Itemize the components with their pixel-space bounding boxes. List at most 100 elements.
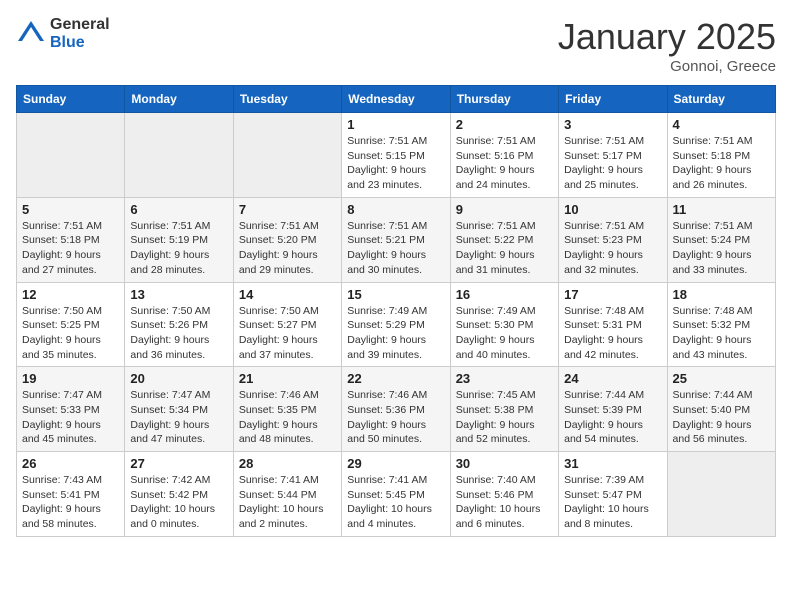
column-header-tuesday: Tuesday (233, 86, 341, 113)
day-number: 30 (456, 456, 553, 471)
calendar-cell: 1 Sunrise: 7:51 AMSunset: 5:15 PMDaylight… (342, 113, 450, 198)
day-info: Sunrise: 7:51 AMSunset: 5:16 PMDaylight:… (456, 134, 553, 193)
day-info: Sunrise: 7:44 AMSunset: 5:39 PMDaylight:… (564, 388, 661, 447)
page-header: General Blue January 2025 Gonnoi, Greece (16, 16, 776, 75)
calendar-cell: 12Sunrise: 7:50 AMSunset: 5:25 PMDayligh… (17, 282, 125, 367)
calendar-cell: 9 Sunrise: 7:51 AMSunset: 5:22 PMDaylight… (450, 197, 558, 282)
day-info: Sunrise: 7:48 AMSunset: 5:31 PMDaylight:… (564, 304, 661, 363)
day-number: 31 (564, 456, 661, 471)
day-number: 8 (347, 202, 444, 217)
day-number: 29 (347, 456, 444, 471)
day-info: Sunrise: 7:47 AMSunset: 5:33 PMDaylight:… (22, 388, 119, 447)
month-title: January 2025 (558, 16, 776, 58)
day-number: 27 (130, 456, 227, 471)
calendar-cell: 22Sunrise: 7:46 AMSunset: 5:36 PMDayligh… (342, 367, 450, 452)
day-number: 28 (239, 456, 336, 471)
day-info: Sunrise: 7:51 AMSunset: 5:15 PMDaylight:… (347, 134, 444, 193)
column-header-monday: Monday (125, 86, 233, 113)
day-info: Sunrise: 7:50 AMSunset: 5:26 PMDaylight:… (130, 304, 227, 363)
calendar-cell: 6Sunrise: 7:51 AMSunset: 5:19 PMDaylight… (125, 197, 233, 282)
calendar-cell: 14 Sunrise: 7:50 AMSunset: 5:27 PMDayligh… (233, 282, 341, 367)
day-number: 13 (130, 287, 227, 302)
day-number: 4 (673, 117, 770, 132)
day-info: Sunrise: 7:51 AMSunset: 5:21 PMDaylight:… (347, 219, 444, 278)
column-header-thursday: Thursday (450, 86, 558, 113)
calendar-week-row: 5Sunrise: 7:51 AMSunset: 5:18 PMDaylight… (17, 197, 776, 282)
calendar-cell (17, 113, 125, 198)
day-number: 23 (456, 371, 553, 386)
calendar-cell: 31 Sunrise: 7:39 AMSunset: 5:47 PMDayligh… (559, 452, 667, 537)
calendar-cell: 18Sunrise: 7:48 AMSunset: 5:32 PMDayligh… (667, 282, 775, 367)
day-info: Sunrise: 7:50 AMSunset: 5:27 PMDaylight:… (239, 304, 336, 363)
calendar-cell: 26 Sunrise: 7:43 AMSunset: 5:41 PMDayligh… (17, 452, 125, 537)
column-header-sunday: Sunday (17, 86, 125, 113)
calendar-cell: 17 Sunrise: 7:48 AMSunset: 5:31 PMDayligh… (559, 282, 667, 367)
day-info: Sunrise: 7:45 AMSunset: 5:38 PMDaylight:… (456, 388, 553, 447)
day-number: 24 (564, 371, 661, 386)
calendar-cell: 21 Sunrise: 7:46 AMSunset: 5:35 PMDayligh… (233, 367, 341, 452)
calendar-week-row: 19 Sunrise: 7:47 AMSunset: 5:33 PMDayligh… (17, 367, 776, 452)
calendar-cell: 5Sunrise: 7:51 AMSunset: 5:18 PMDaylight… (17, 197, 125, 282)
day-info: Sunrise: 7:51 AMSunset: 5:20 PMDaylight:… (239, 219, 336, 278)
day-number: 26 (22, 456, 119, 471)
calendar-cell: 20 Sunrise: 7:47 AMSunset: 5:34 PMDayligh… (125, 367, 233, 452)
day-info: Sunrise: 7:47 AMSunset: 5:34 PMDaylight:… (130, 388, 227, 447)
day-info: Sunrise: 7:39 AMSunset: 5:47 PMDaylight:… (564, 473, 661, 532)
calendar-header-row: SundayMondayTuesdayWednesdayThursdayFrid… (17, 86, 776, 113)
day-number: 18 (673, 287, 770, 302)
calendar-cell: 25 Sunrise: 7:44 AMSunset: 5:40 PMDayligh… (667, 367, 775, 452)
column-header-saturday: Saturday (667, 86, 775, 113)
day-info: Sunrise: 7:43 AMSunset: 5:41 PMDaylight:… (22, 473, 119, 532)
day-info: Sunrise: 7:44 AMSunset: 5:40 PMDaylight:… (673, 388, 770, 447)
logo-icon (16, 19, 46, 49)
day-number: 10 (564, 202, 661, 217)
day-number: 7 (239, 202, 336, 217)
day-number: 20 (130, 371, 227, 386)
day-number: 11 (673, 202, 770, 217)
day-info: Sunrise: 7:46 AMSunset: 5:35 PMDaylight:… (239, 388, 336, 447)
calendar-cell: 8 Sunrise: 7:51 AMSunset: 5:21 PMDaylight… (342, 197, 450, 282)
day-number: 19 (22, 371, 119, 386)
day-info: Sunrise: 7:49 AMSunset: 5:29 PMDaylight:… (347, 304, 444, 363)
day-info: Sunrise: 7:41 AMSunset: 5:45 PMDaylight:… (347, 473, 444, 532)
location: Gonnoi, Greece (558, 58, 776, 75)
calendar-cell: 4 Sunrise: 7:51 AMSunset: 5:18 PMDaylight… (667, 113, 775, 198)
day-info: Sunrise: 7:50 AMSunset: 5:25 PMDaylight:… (22, 304, 119, 363)
day-info: Sunrise: 7:51 AMSunset: 5:18 PMDaylight:… (22, 219, 119, 278)
calendar-table: SundayMondayTuesdayWednesdayThursdayFrid… (16, 85, 776, 537)
day-number: 14 (239, 287, 336, 302)
day-number: 2 (456, 117, 553, 132)
calendar-cell (125, 113, 233, 198)
day-number: 9 (456, 202, 553, 217)
logo-blue: Blue (50, 34, 110, 52)
day-number: 17 (564, 287, 661, 302)
calendar-week-row: 1 Sunrise: 7:51 AMSunset: 5:15 PMDaylight… (17, 113, 776, 198)
calendar-cell: 16 Sunrise: 7:49 AMSunset: 5:30 PMDayligh… (450, 282, 558, 367)
logo-general: General (50, 16, 110, 34)
day-info: Sunrise: 7:51 AMSunset: 5:24 PMDaylight:… (673, 219, 770, 278)
day-info: Sunrise: 7:42 AMSunset: 5:42 PMDaylight:… (130, 473, 227, 532)
calendar-cell: 30 Sunrise: 7:40 AMSunset: 5:46 PMDayligh… (450, 452, 558, 537)
calendar-cell: 28 Sunrise: 7:41 AMSunset: 5:44 PMDayligh… (233, 452, 341, 537)
title-area: January 2025 Gonnoi, Greece (558, 16, 776, 75)
calendar-cell: 15Sunrise: 7:49 AMSunset: 5:29 PMDayligh… (342, 282, 450, 367)
day-number: 16 (456, 287, 553, 302)
calendar-cell: 7 Sunrise: 7:51 AMSunset: 5:20 PMDaylight… (233, 197, 341, 282)
day-info: Sunrise: 7:41 AMSunset: 5:44 PMDaylight:… (239, 473, 336, 532)
day-number: 25 (673, 371, 770, 386)
day-info: Sunrise: 7:51 AMSunset: 5:22 PMDaylight:… (456, 219, 553, 278)
day-number: 6 (130, 202, 227, 217)
day-number: 21 (239, 371, 336, 386)
calendar-week-row: 26 Sunrise: 7:43 AMSunset: 5:41 PMDayligh… (17, 452, 776, 537)
calendar-cell: 10Sunrise: 7:51 AMSunset: 5:23 PMDayligh… (559, 197, 667, 282)
column-header-friday: Friday (559, 86, 667, 113)
logo: General Blue (16, 16, 110, 51)
day-number: 1 (347, 117, 444, 132)
day-info: Sunrise: 7:40 AMSunset: 5:46 PMDaylight:… (456, 473, 553, 532)
day-info: Sunrise: 7:51 AMSunset: 5:18 PMDaylight:… (673, 134, 770, 193)
calendar-cell (233, 113, 341, 198)
day-info: Sunrise: 7:46 AMSunset: 5:36 PMDaylight:… (347, 388, 444, 447)
calendar-cell: 3Sunrise: 7:51 AMSunset: 5:17 PMDaylight… (559, 113, 667, 198)
day-info: Sunrise: 7:49 AMSunset: 5:30 PMDaylight:… (456, 304, 553, 363)
logo-text: General Blue (50, 16, 110, 51)
